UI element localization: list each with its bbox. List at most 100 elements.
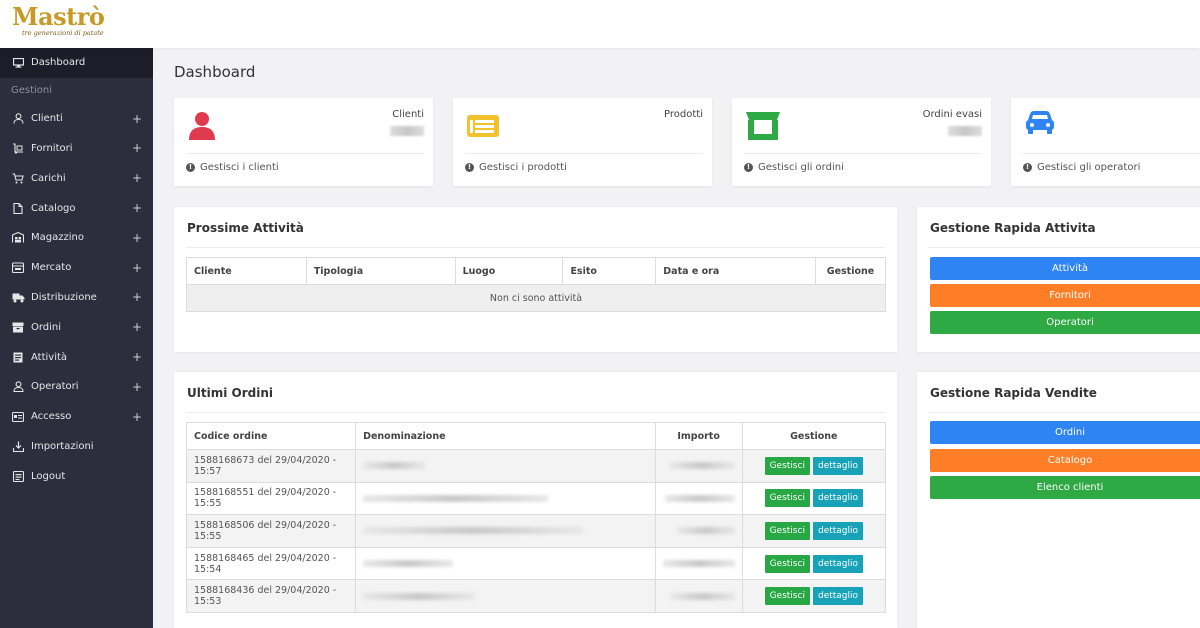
logout-icon <box>11 470 25 482</box>
gestisci-button[interactable]: Gestisci <box>764 489 810 508</box>
download-icon <box>11 441 25 452</box>
expand-icon[interactable]: + <box>132 350 142 364</box>
expand-icon[interactable]: + <box>132 410 142 424</box>
brand-logo[interactable]: Mastrò tre generazioni di patate <box>12 4 105 38</box>
sidebar-item-distribuzione[interactable]: Distribuzione + <box>0 283 153 313</box>
sidebar-item-dashboard[interactable]: Dashboard <box>0 48 153 78</box>
info-icon: ! <box>744 163 753 172</box>
file-icon <box>11 202 25 214</box>
gestisci-button[interactable]: Gestisci <box>764 456 810 475</box>
order-amount <box>654 546 743 581</box>
user-icon <box>187 110 217 140</box>
sidebar-item-label: Carichi <box>31 172 66 184</box>
store-icon <box>745 110 780 140</box>
order-name <box>355 514 656 548</box>
newspaper-icon <box>466 110 499 140</box>
sidebar-item-label: Importazioni <box>31 440 94 452</box>
car-icon <box>1024 110 1054 140</box>
sidebar-item-clienti[interactable]: Clienti + <box>0 104 153 134</box>
stat-link[interactable]: ! Gestisci i prodotti <box>465 162 567 173</box>
expand-icon[interactable]: + <box>132 290 142 304</box>
gestisci-button[interactable]: Gestisci <box>764 521 810 540</box>
order-code: 1588168673 del 29/04/2020 - 15:57 <box>185 449 357 483</box>
empty-message: Non ci sono attività <box>186 284 886 312</box>
top-bar: Mastrò tre generazioni di patate <box>0 0 1200 48</box>
gestisci-button[interactable]: Gestisci <box>764 587 810 606</box>
order-code: 1588168465 del 29/04/2020 - 15:54 <box>185 546 357 581</box>
column-header: Cliente <box>186 257 307 285</box>
quick-ordini-button[interactable]: Ordini <box>930 421 1200 444</box>
sidebar-item-importazioni[interactable]: Importazioni <box>0 432 153 462</box>
quick-attivita-button[interactable]: Attività <box>930 257 1200 280</box>
sidebar-item-ordini[interactable]: Ordini + <box>0 312 153 342</box>
cart-icon <box>11 173 25 184</box>
dettaglio-button[interactable]: dettaglio <box>812 456 864 475</box>
order-actions: Gestisci dettaglio <box>741 514 887 548</box>
table-row: 1588168465 del 29/04/2020 - 15:54 Gestisc… <box>185 546 887 581</box>
expand-icon[interactable]: + <box>132 320 142 334</box>
sidebar-item-label: Attività <box>31 351 68 363</box>
dettaglio-button[interactable]: dettaglio <box>812 554 864 573</box>
expand-icon[interactable]: + <box>132 171 142 185</box>
quick-elenco-clienti-button[interactable]: Elenco clienti <box>930 476 1200 499</box>
sidebar-item-label: Fornitori <box>31 142 73 154</box>
sidebar-item-attivit-[interactable]: Attività + <box>0 342 153 372</box>
sidebar-item-fornitori[interactable]: Fornitori + <box>0 134 153 164</box>
sidebar-item-logout[interactable]: Logout <box>0 461 153 491</box>
column-header: Data e ora <box>655 257 816 285</box>
warehouse-icon <box>11 232 25 243</box>
brand-tagline: tre generazioni di patate <box>22 29 104 37</box>
dolly-icon <box>11 143 25 154</box>
sidebar-item-operatori[interactable]: Operatori + <box>0 372 153 402</box>
quick-catalogo-button[interactable]: Catalogo <box>930 449 1200 472</box>
sidebar-item-label: Logout <box>31 470 66 482</box>
expand-icon[interactable]: + <box>132 231 142 245</box>
truck-icon <box>11 292 25 303</box>
sidebar-item-label: Mercato <box>31 262 72 274</box>
column-header: Gestione <box>741 422 887 450</box>
stat-link[interactable]: ! Gestisci gli operatori <box>1023 162 1140 173</box>
column-header: Luogo <box>454 257 564 285</box>
quick-operatori-button[interactable]: Operatori <box>930 311 1200 334</box>
sidebar-item-accesso[interactable]: Accesso + <box>0 402 153 432</box>
table-row: 1588168551 del 29/04/2020 - 15:55 Gestisc… <box>185 481 887 516</box>
clipboard-icon <box>11 352 25 363</box>
stat-link[interactable]: ! Gestisci i clienti <box>186 162 279 173</box>
store-icon <box>11 262 25 274</box>
expand-icon[interactable]: + <box>132 261 142 275</box>
dettaglio-button[interactable]: dettaglio <box>812 489 864 508</box>
expand-icon[interactable]: + <box>132 141 142 155</box>
order-actions: Gestisci dettaglio <box>741 579 887 613</box>
stat-card-operatori: ! Gestisci gli operatori <box>1011 98 1200 186</box>
expand-icon[interactable]: + <box>132 201 142 215</box>
dettaglio-button[interactable]: dettaglio <box>812 587 864 606</box>
orders-panel: Ultimi Ordini Codice ordine Denominazion… <box>174 372 897 628</box>
operator-icon <box>11 381 25 393</box>
quick-sales-title: Gestione Rapida Vendite <box>930 386 1097 400</box>
order-amount <box>654 579 743 613</box>
sidebar-item-catalogo[interactable]: Catalogo + <box>0 193 153 223</box>
order-actions: Gestisci dettaglio <box>741 449 887 483</box>
activities-table: Cliente Tipologia Luogo Esito Data e ora… <box>186 257 887 312</box>
sidebar-item-magazzino[interactable]: Magazzino + <box>0 223 153 253</box>
stat-card-ordini: Ordini evasi ! Gestisci gli ordini <box>732 98 991 186</box>
sidebar-item-mercato[interactable]: Mercato + <box>0 253 153 283</box>
order-actions: Gestisci dettaglio <box>741 481 887 516</box>
expand-icon[interactable]: + <box>132 380 142 394</box>
sidebar-item-carichi[interactable]: Carichi + <box>0 163 153 193</box>
order-name <box>355 546 656 581</box>
table-row: 1588168673 del 29/04/2020 - 15:57 Gestisc… <box>185 449 887 483</box>
expand-icon[interactable]: + <box>132 112 142 126</box>
info-icon: ! <box>465 163 474 172</box>
stat-link[interactable]: ! Gestisci gli ordini <box>744 162 844 173</box>
table-row: 1588168506 del 29/04/2020 - 15:55 Gestisc… <box>185 514 887 548</box>
box-icon <box>11 322 25 333</box>
order-amount <box>654 449 743 483</box>
gestisci-button[interactable]: Gestisci <box>764 554 810 573</box>
page-title: Dashboard <box>174 63 256 81</box>
stat-label: Ordini evasi <box>922 109 982 120</box>
quick-fornitori-button[interactable]: Fornitori <box>930 284 1200 307</box>
order-name <box>355 579 656 613</box>
dettaglio-button[interactable]: dettaglio <box>812 521 864 540</box>
column-header: Codice ordine <box>185 422 357 450</box>
